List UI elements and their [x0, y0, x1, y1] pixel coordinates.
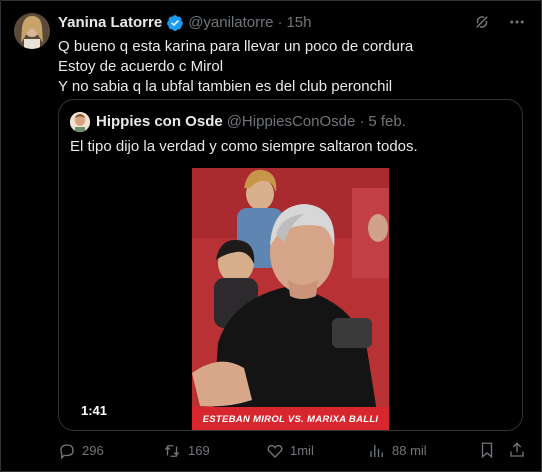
- tweet-line: Q bueno q esta karina para llevar un poc…: [58, 38, 414, 55]
- quoted-separator: ·: [359, 113, 365, 130]
- views-icon: [368, 442, 386, 460]
- header-separator: ·: [277, 14, 283, 31]
- tweet-text: Q bueno q esta karina para llevar un poc…: [58, 37, 518, 97]
- top-actions: [473, 13, 527, 31]
- tweet-card[interactable]: Yanina Latorre @yanilatorre · 15h Q buen…: [0, 0, 542, 472]
- share-button[interactable]: [508, 441, 526, 459]
- video-duration: 1:41: [77, 402, 112, 419]
- retweet-count: 169: [188, 443, 210, 458]
- retweet-button[interactable]: 169: [162, 441, 210, 461]
- more-icon[interactable]: [507, 13, 527, 31]
- author-handle[interactable]: @yanilatorre: [188, 14, 273, 32]
- quoted-author-name[interactable]: Hippies con Osde: [96, 113, 223, 131]
- tweet-line: Y no sabia q la ubfal tambien es del clu…: [58, 78, 393, 95]
- like-button[interactable]: 1mil: [266, 441, 314, 461]
- author-avatar[interactable]: [14, 13, 50, 49]
- reply-icon: [58, 442, 76, 460]
- quoted-text: El tipo dijo la verdad y como siempre sa…: [70, 138, 418, 155]
- share-icon: [508, 441, 526, 459]
- quoted-date[interactable]: 5 feb.: [368, 113, 406, 131]
- tweet-actions: 296 169 1mil 88 mil: [58, 441, 528, 461]
- quoted-author-handle[interactable]: @HippiesConOsde: [227, 113, 356, 131]
- retweet-icon: [162, 442, 182, 460]
- reply-count: 296: [82, 443, 104, 458]
- reply-button[interactable]: 296: [58, 441, 104, 461]
- grok-icon[interactable]: [473, 13, 491, 31]
- quoted-author-avatar[interactable]: [70, 112, 90, 132]
- bookmark-button[interactable]: [478, 441, 496, 459]
- video-caption: ESTEBAN MIROL VS. MARIXA BALLI: [192, 407, 389, 430]
- tweet-line: Estoy de acuerdo c Mirol: [58, 58, 224, 75]
- author-name[interactable]: Yanina Latorre: [58, 14, 162, 32]
- bookmark-icon: [478, 441, 496, 459]
- video-player[interactable]: ESTEBAN MIROL VS. MARIXA BALLI 1:41: [59, 163, 522, 430]
- quoted-tweet[interactable]: Hippies con Osde @HippiesConOsde · 5 feb…: [58, 99, 523, 431]
- like-count: 1mil: [290, 443, 314, 458]
- video-thumbnail[interactable]: ESTEBAN MIROL VS. MARIXA BALLI: [192, 168, 389, 430]
- views-button[interactable]: 88 mil: [368, 441, 427, 461]
- tweet-header: Yanina Latorre @yanilatorre · 15h: [58, 14, 312, 32]
- tweet-time[interactable]: 15h: [286, 14, 311, 32]
- quoted-header: Hippies con Osde @HippiesConOsde · 5 feb…: [96, 113, 406, 131]
- like-icon: [266, 442, 284, 460]
- verified-badge-icon: [166, 14, 184, 32]
- views-count: 88 mil: [392, 443, 427, 458]
